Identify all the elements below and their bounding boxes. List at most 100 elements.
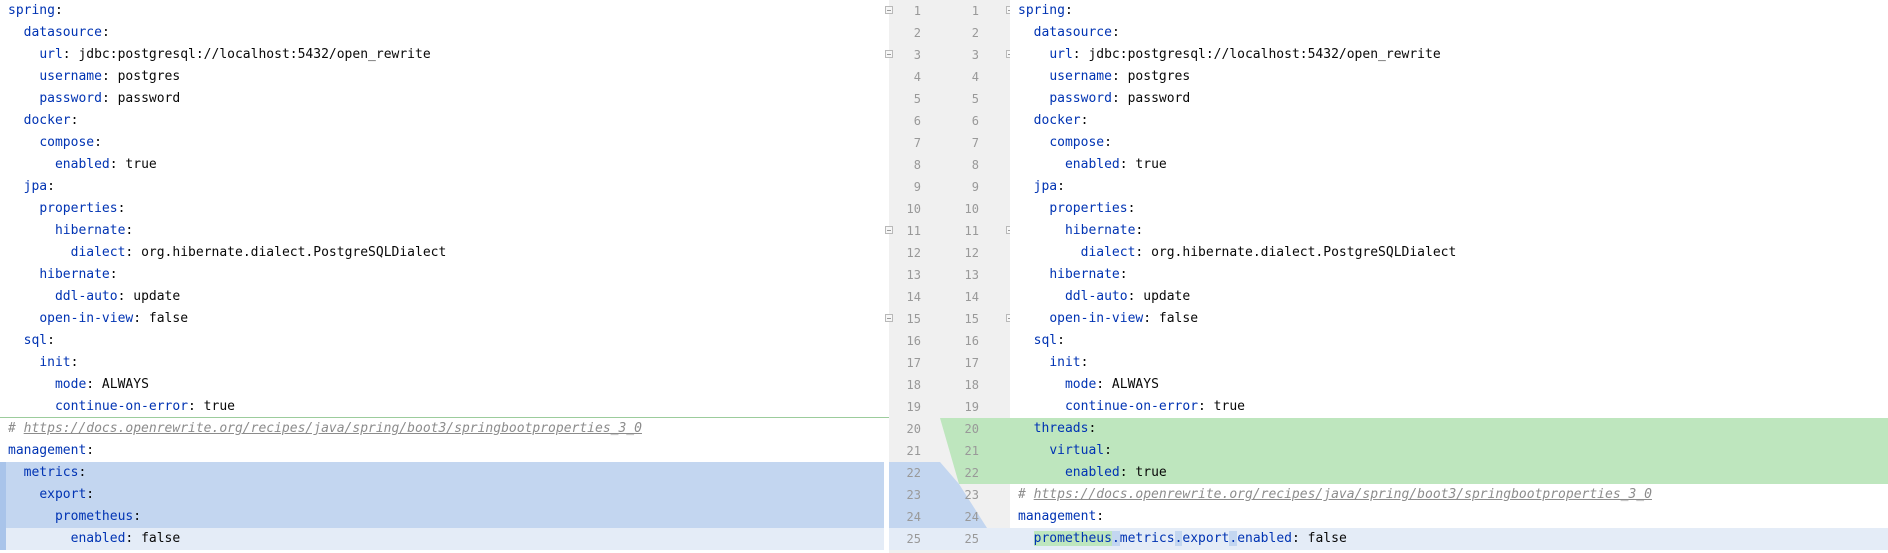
right-line-number: 12	[964, 246, 979, 260]
code-line-text: docker:	[8, 110, 79, 132]
code-line[interactable]: open-in-view: false	[1010, 308, 1888, 330]
code-token: : password	[1111, 91, 1191, 106]
code-line[interactable]: password: password	[1010, 88, 1888, 110]
code-line[interactable]: init:	[0, 352, 889, 374]
code-line[interactable]: management:	[1010, 506, 1888, 528]
code-line[interactable]: management:	[0, 440, 889, 462]
yaml-key: init	[1049, 355, 1081, 370]
fold-icon[interactable]	[885, 6, 893, 14]
code-line[interactable]: mode: ALWAYS	[0, 374, 889, 396]
code-line[interactable]: datasource:	[0, 22, 889, 44]
code-line[interactable]: hibernate:	[0, 220, 889, 242]
code-line[interactable]: url: jdbc:postgresql://localhost:5432/op…	[0, 44, 889, 66]
code-line[interactable]: continue-on-error: true	[0, 396, 889, 418]
yaml-key: ddl-auto	[54, 289, 118, 304]
code-line[interactable]: properties:	[1010, 198, 1888, 220]
code-line[interactable]: spring:	[0, 0, 889, 22]
yaml-comment[interactable]: https://docs.openrewrite.org/recipes/jav…	[24, 421, 642, 436]
code-line[interactable]: export:	[0, 484, 889, 506]
code-line[interactable]: jpa:	[1010, 176, 1888, 198]
yaml-key: .	[1111, 531, 1120, 546]
code-token: :	[1057, 333, 1065, 348]
code-line[interactable]: username: postgres	[1010, 66, 1888, 88]
code-line[interactable]: hibernate:	[0, 264, 889, 286]
code-line[interactable]: dialect: org.hibernate.dialect.PostgreSQ…	[1010, 242, 1888, 264]
code-token: :	[47, 333, 55, 348]
code-line[interactable]: metrics:	[0, 462, 889, 484]
code-line[interactable]: enabled: true	[1010, 462, 1888, 484]
code-line[interactable]: prometheus:	[0, 506, 889, 528]
code-token: : false	[1143, 311, 1199, 326]
right-line-number: 20	[964, 422, 979, 436]
code-line[interactable]: properties:	[0, 198, 889, 220]
code-line[interactable]: hibernate:	[1010, 220, 1888, 242]
code-line[interactable]: spring:	[1010, 0, 1888, 22]
code-token: : jdbc:postgresql://localhost:5432/open_…	[1072, 47, 1441, 62]
code-line[interactable]: continue-on-error: true	[1010, 396, 1888, 418]
code-token: :	[1080, 355, 1089, 370]
code-line[interactable]: username: postgres	[0, 66, 889, 88]
code-line[interactable]: datasource:	[1010, 22, 1888, 44]
left-line-number: 23	[906, 488, 921, 502]
left-line-number: 19	[906, 400, 921, 414]
left-line-number: 25	[906, 532, 921, 546]
code-line[interactable]: hibernate:	[1010, 264, 1888, 286]
right-editor-pane[interactable]: spring: datasource: url: jdbc:postgresql…	[1010, 0, 1888, 553]
yaml-key: hibernate	[54, 223, 126, 238]
code-line[interactable]: ddl-auto: update	[0, 286, 889, 308]
yaml-comment[interactable]: https://docs.openrewrite.org/recipes/jav…	[1034, 487, 1652, 502]
fold-icon[interactable]	[885, 226, 893, 234]
code-line-text: url: jdbc:postgresql://localhost:5432/op…	[8, 44, 431, 66]
code-line[interactable]: dialect: org.hibernate.dialect.PostgreSQ…	[0, 242, 889, 264]
code-line[interactable]: # https://docs.openrewrite.org/recipes/j…	[0, 418, 889, 440]
code-line[interactable]: virtual:	[1010, 440, 1888, 462]
code-line[interactable]: enabled: false	[0, 528, 889, 550]
left-editor-pane[interactable]: spring: datasource: url: jdbc:postgresql…	[0, 0, 889, 553]
code-line[interactable]: docker:	[0, 110, 889, 132]
yaml-key: enabled	[1237, 531, 1292, 546]
code-line[interactable]: enabled: true	[0, 154, 889, 176]
code-line-text: datasource:	[1018, 22, 1120, 44]
code-line-text: enabled: true	[1018, 462, 1167, 484]
yaml-key: username	[39, 69, 102, 84]
code-line[interactable]: sql:	[1010, 330, 1888, 352]
right-line-number: 22	[964, 466, 979, 480]
yaml-key: open-in-view	[1049, 311, 1144, 326]
code-line[interactable]: compose:	[0, 132, 889, 154]
right-line-number: 24	[964, 510, 979, 524]
code-line[interactable]: mode: ALWAYS	[1010, 374, 1888, 396]
code-line[interactable]: threads:	[1010, 418, 1888, 440]
code-line[interactable]: enabled: true	[1010, 154, 1888, 176]
code-line[interactable]: docker:	[1010, 110, 1888, 132]
code-line[interactable]: password: password	[0, 88, 889, 110]
code-line-text: dialect: org.hibernate.dialect.PostgreSQ…	[8, 242, 447, 264]
right-line-number: 18	[964, 378, 979, 392]
yaml-key: virtual	[1049, 443, 1105, 458]
code-line[interactable]: prometheus.metrics.export.enabled: false	[1010, 528, 1888, 550]
code-line[interactable]: sql:	[0, 330, 889, 352]
code-line-text: hibernate:	[8, 220, 133, 242]
code-token: : jdbc:postgresql://localhost:5432/open_…	[62, 47, 431, 62]
code-token: :	[78, 465, 87, 480]
code-line[interactable]: jpa:	[0, 176, 889, 198]
code-line[interactable]: compose:	[1010, 132, 1888, 154]
fold-icon[interactable]	[885, 50, 893, 58]
right-line-number: 16	[964, 334, 979, 348]
code-line[interactable]: ddl-auto: update	[1010, 286, 1888, 308]
code-line[interactable]: open-in-view: false	[0, 308, 889, 330]
code-line[interactable]: url: jdbc:postgresql://localhost:5432/op…	[1010, 44, 1888, 66]
yaml-key: datasource	[1033, 25, 1112, 40]
fold-icon[interactable]	[885, 314, 893, 322]
code-line[interactable]: init:	[1010, 352, 1888, 374]
left-line-number: 20	[906, 422, 921, 436]
yaml-key: enabled	[1064, 157, 1120, 172]
code-line-text: properties:	[1018, 198, 1135, 220]
code-line[interactable]: # https://docs.openrewrite.org/recipes/j…	[1010, 484, 1888, 506]
